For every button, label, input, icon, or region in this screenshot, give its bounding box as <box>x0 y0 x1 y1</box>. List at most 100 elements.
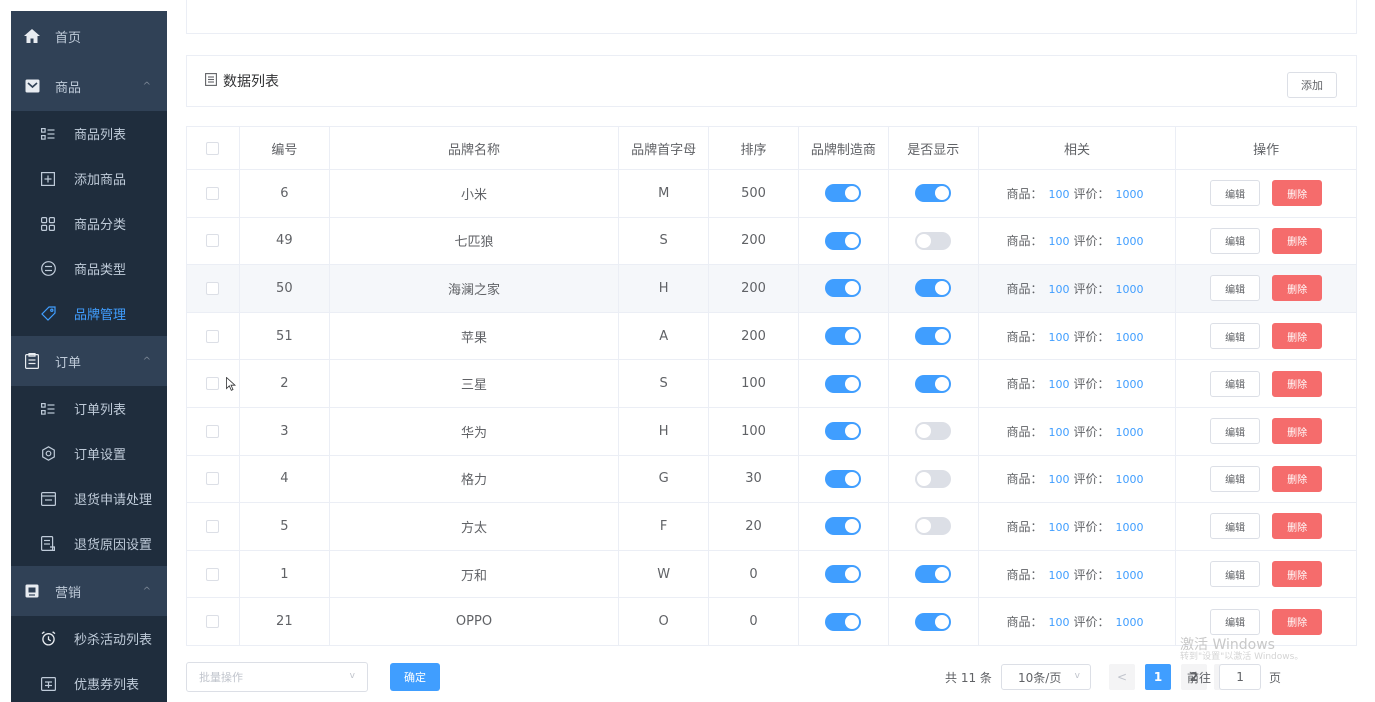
goods-count-link[interactable]: 100 <box>1048 569 1069 582</box>
row-checkbox[interactable] <box>206 567 220 581</box>
row-checkbox[interactable] <box>206 186 220 200</box>
delete-button[interactable]: 删除 <box>1272 513 1323 540</box>
column-header-related[interactable]: 相关 <box>979 127 1177 169</box>
factory-status-switch[interactable] <box>825 517 862 536</box>
row-checkbox[interactable] <box>206 424 220 438</box>
row-checkbox[interactable] <box>206 615 220 629</box>
row-checkbox[interactable] <box>206 519 220 533</box>
goto-page-input[interactable]: 1 <box>1219 664 1262 690</box>
sidebar-item-home[interactable]: 首页 <box>11 11 167 61</box>
delete-button[interactable]: 删除 <box>1272 465 1323 492</box>
sidebar-item-goods-type[interactable]: 商品类型 <box>11 246 167 291</box>
review-count-link[interactable]: 1000 <box>1115 378 1143 391</box>
goods-count-link[interactable]: 100 <box>1048 283 1069 296</box>
row-checkbox[interactable] <box>206 377 220 391</box>
edit-button[interactable]: 编辑 <box>1210 323 1261 350</box>
sidebar-item-return-apply[interactable]: 退货申请处理 <box>11 476 167 521</box>
edit-button[interactable]: 编辑 <box>1210 465 1261 492</box>
delete-button[interactable]: 删除 <box>1272 561 1323 588</box>
select-all-checkbox[interactable] <box>206 141 220 155</box>
edit-button[interactable]: 编辑 <box>1210 275 1261 302</box>
column-header-letter[interactable]: 品牌首字母 <box>619 127 710 169</box>
row-checkbox[interactable] <box>206 281 220 295</box>
page-size-select[interactable]: 10条/页 v <box>1001 664 1091 690</box>
factory-status-switch[interactable] <box>825 279 862 298</box>
delete-button[interactable]: 删除 <box>1272 227 1323 254</box>
goods-count-link[interactable]: 100 <box>1048 616 1069 629</box>
edit-button[interactable]: 编辑 <box>1210 561 1261 588</box>
edit-button[interactable]: 编辑 <box>1210 608 1261 635</box>
sidebar-group-goods[interactable]: 商品 ^ <box>11 61 167 111</box>
edit-button[interactable]: 编辑 <box>1210 370 1261 397</box>
show-status-switch[interactable] <box>915 612 952 631</box>
show-status-switch[interactable] <box>915 327 952 346</box>
factory-status-switch[interactable] <box>825 612 862 631</box>
sidebar-item-brand-management[interactable]: 品牌管理 <box>11 291 167 336</box>
show-status-switch[interactable] <box>915 422 952 441</box>
column-header-factory[interactable]: 品牌制造商 <box>799 127 889 169</box>
factory-status-switch[interactable] <box>825 374 862 393</box>
show-status-switch[interactable] <box>915 517 952 536</box>
goods-count-link[interactable]: 100 <box>1048 473 1069 486</box>
delete-button[interactable]: 删除 <box>1272 275 1323 302</box>
factory-status-switch[interactable] <box>825 565 862 584</box>
sidebar-item-order-settings[interactable]: 订单设置 <box>11 431 167 476</box>
review-count-link[interactable]: 1000 <box>1115 569 1143 582</box>
sidebar-group-marketing[interactable]: 营销 ^ <box>11 566 167 616</box>
goods-count-link[interactable]: 100 <box>1048 378 1069 391</box>
goods-count-link[interactable]: 100 <box>1048 331 1069 344</box>
batch-operation-select[interactable]: 批量操作 v <box>186 662 368 692</box>
factory-status-switch[interactable] <box>825 327 862 346</box>
sidebar-item-goods-category[interactable]: 商品分类 <box>11 201 167 246</box>
show-status-switch[interactable] <box>915 184 952 203</box>
review-count-link[interactable]: 1000 <box>1115 616 1143 629</box>
goods-count-link[interactable]: 100 <box>1048 426 1069 439</box>
show-status-switch[interactable] <box>915 279 952 298</box>
edit-button[interactable]: 编辑 <box>1210 227 1261 254</box>
column-header-show[interactable]: 是否显示 <box>889 127 979 169</box>
review-count-link[interactable]: 1000 <box>1115 283 1143 296</box>
page-button-1[interactable]: 1 <box>1145 664 1171 690</box>
sidebar-item-flash-sale[interactable]: 秒杀活动列表 <box>11 616 167 661</box>
review-count-link[interactable]: 1000 <box>1115 188 1143 201</box>
delete-button[interactable]: 删除 <box>1272 608 1323 635</box>
sidebar-item-return-reason[interactable]: 退货原因设置 <box>11 521 167 566</box>
delete-button[interactable]: 删除 <box>1272 418 1323 445</box>
row-checkbox[interactable] <box>206 329 220 343</box>
review-count-link[interactable]: 1000 <box>1115 521 1143 534</box>
confirm-button[interactable]: 确定 <box>390 663 440 691</box>
sidebar-item-goods-list[interactable]: 商品列表 <box>11 111 167 156</box>
row-checkbox[interactable] <box>206 234 220 248</box>
edit-button[interactable]: 编辑 <box>1210 418 1261 445</box>
show-status-switch[interactable] <box>915 374 952 393</box>
edit-button[interactable]: 编辑 <box>1210 180 1261 207</box>
row-checkbox[interactable] <box>206 472 220 486</box>
delete-button[interactable]: 删除 <box>1272 370 1323 397</box>
review-count-link[interactable]: 1000 <box>1115 235 1143 248</box>
prev-page-button[interactable]: < <box>1109 664 1135 690</box>
delete-button[interactable]: 删除 <box>1272 323 1323 350</box>
goods-count-link[interactable]: 100 <box>1048 521 1069 534</box>
goods-count-link[interactable]: 100 <box>1048 235 1069 248</box>
column-header-actions[interactable]: 操作 <box>1176 127 1356 169</box>
review-count-link[interactable]: 1000 <box>1115 331 1143 344</box>
sidebar-group-order[interactable]: 订单 ^ <box>11 336 167 386</box>
factory-status-switch[interactable] <box>825 422 862 441</box>
goods-count-link[interactable]: 100 <box>1048 188 1069 201</box>
review-count-link[interactable]: 1000 <box>1115 473 1143 486</box>
review-count-link[interactable]: 1000 <box>1115 426 1143 439</box>
show-status-switch[interactable] <box>915 231 952 250</box>
edit-button[interactable]: 编辑 <box>1210 513 1261 540</box>
factory-status-switch[interactable] <box>825 184 862 203</box>
factory-status-switch[interactable] <box>825 469 862 488</box>
column-header-name[interactable]: 品牌名称 <box>330 127 620 169</box>
show-status-switch[interactable] <box>915 469 952 488</box>
add-brand-button[interactable]: 添加 <box>1287 72 1337 98</box>
column-header-sort[interactable]: 排序 <box>709 127 799 169</box>
sidebar-item-add-goods[interactable]: 添加商品 <box>11 156 167 201</box>
sidebar-item-order-list[interactable]: 订单列表 <box>11 386 167 431</box>
delete-button[interactable]: 删除 <box>1272 180 1323 207</box>
show-status-switch[interactable] <box>915 565 952 584</box>
factory-status-switch[interactable] <box>825 231 862 250</box>
column-header-id[interactable]: 编号 <box>240 127 330 169</box>
